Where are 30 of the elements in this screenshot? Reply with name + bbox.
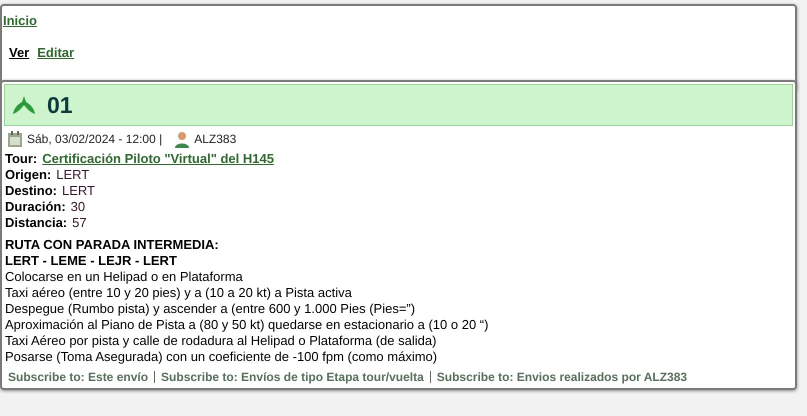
field-value: 30 xyxy=(70,199,86,215)
route-step: Aproximación al Piano de Pista a (80 y 50 kt) quedarse en estacionario a (10 o 20 “) xyxy=(5,317,793,333)
field-label: Origen: xyxy=(5,167,52,183)
field-label: Destino: xyxy=(5,183,57,199)
tour-link[interactable]: Certificación Piloto "Virtual" del H145 xyxy=(42,151,274,167)
route-step: Despegue (Rumbo pista) y ascender a (entre 600 y 1.000 Pies (Pies=”) xyxy=(5,301,793,317)
route-heading: LERT - LEME - LEJR - LERT xyxy=(5,253,178,269)
route-step: Posarse (Toma Asegurada) con un coeficiente de -100 fpm (como máximo) xyxy=(5,349,793,365)
leaf-icon xyxy=(11,94,37,116)
user-icon xyxy=(174,130,190,148)
subscribe-link[interactable]: Subscribe to: Envios realizados por ALZ383 xyxy=(436,369,688,385)
route-step: Taxi aéreo (entre 10 y 20 pies) y a (10 a 20 kt) a Pista activa xyxy=(5,285,793,301)
tab[interactable]: Ver xyxy=(9,42,30,62)
post-date: Sáb, 03/02/2024 - 12:00 | xyxy=(27,131,162,148)
field-label: Tour: xyxy=(5,151,38,167)
route-heading: RUTA CON PARADA INTERMEDIA: xyxy=(5,237,220,253)
field-value: 57 xyxy=(72,215,87,231)
subscribe-link[interactable]: Subscribe to: Envíos de tipo Etapa tour/vuelta xyxy=(161,369,424,385)
subscribe-link[interactable]: Subscribe to: Este envío xyxy=(8,369,148,385)
field-label: Distancia: xyxy=(5,215,68,231)
route-step: Colocarse en un Helipad o en Plataforma xyxy=(5,269,793,285)
tab[interactable]: Editar xyxy=(37,42,74,62)
node-title: 01 xyxy=(47,90,73,120)
field-value: LERT xyxy=(62,183,95,199)
calendar-icon xyxy=(7,130,23,148)
author-name: ALZ383 xyxy=(194,131,236,148)
field-value: LERT xyxy=(56,167,90,183)
breadcrumb-link[interactable]: Inicio xyxy=(3,13,37,28)
route-step: Taxi Aéreo por pista y calle de rodadura al Helipad o Plataforma (de salida) xyxy=(5,333,793,349)
field-label: Duración: xyxy=(5,199,66,215)
